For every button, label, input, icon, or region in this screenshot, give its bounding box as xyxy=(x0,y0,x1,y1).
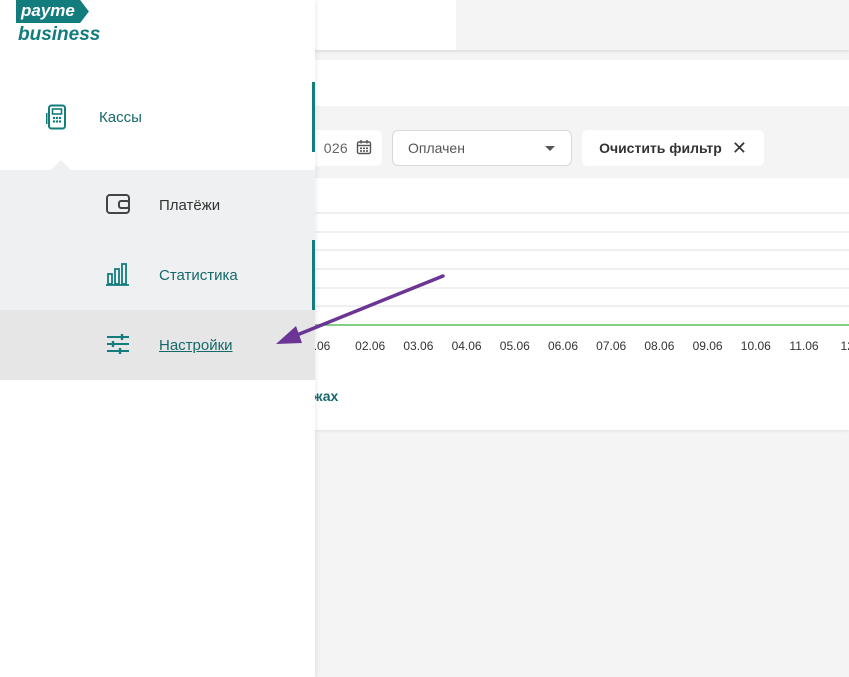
submenu-item-statistics-label: Статистика xyxy=(159,267,238,284)
logo-business: business xyxy=(18,24,101,45)
chart-x-axis: .06 02.06 03.06 04.06 05.06 06.06 07.06 08.06 09… xyxy=(314,339,849,353)
submenu-item-settings[interactable]: Настройки xyxy=(0,310,315,380)
kassy-submenu: Платёжи Статистика Настройки xyxy=(0,170,315,380)
chart-grid xyxy=(315,212,849,307)
sidebar: payme business Кассы Платёжи Статистика … xyxy=(0,0,315,677)
sidebar-item-kassy-label: Кассы xyxy=(99,109,142,126)
date-input-value: 026 xyxy=(323,140,348,156)
clear-filter-label: Очистить фильтр xyxy=(599,140,722,156)
active-section-indicator xyxy=(312,82,315,152)
chart-x-tick-label: 05.06 xyxy=(500,339,530,353)
chart-x-tick-label: .06 xyxy=(314,339,331,353)
chart-x-tick-label: 11.06 xyxy=(789,339,818,353)
submenu-item-settings-label: Настройки xyxy=(159,337,233,354)
sidebar-item-kassy[interactable]: Кассы xyxy=(0,82,315,152)
chart-x-tick-label: 08.06 xyxy=(644,339,674,353)
chart-x-tick-label: 09.06 xyxy=(693,339,723,353)
status-select-value: Оплачен xyxy=(408,140,465,156)
chart-x-tick-label: 02.06 xyxy=(355,339,385,353)
clear-filter-button[interactable]: Очистить фильтр ✕ xyxy=(582,130,764,166)
submenu-pointer xyxy=(51,160,71,170)
chart-x-tick-label: 07.06 xyxy=(596,339,626,353)
cash-register-icon xyxy=(45,104,68,135)
statistics-accent-indicator xyxy=(312,240,315,310)
wallet-icon xyxy=(105,192,131,221)
status-select[interactable]: Оплачен xyxy=(392,130,572,166)
submenu-item-payments-label: Платёжи xyxy=(159,197,221,214)
chevron-down-icon xyxy=(545,146,555,151)
chart-x-tick-label: 10.06 xyxy=(741,339,771,353)
bar-chart-icon xyxy=(105,262,131,291)
logo[interactable]: payme business xyxy=(16,0,100,46)
submenu-item-statistics[interactable]: Статистика xyxy=(0,240,315,310)
chart-x-tick-label: 03.06 xyxy=(403,339,433,353)
top-bar-gray-area xyxy=(456,0,849,50)
chart-x-tick-label: 04.06 xyxy=(452,339,482,353)
submenu-item-payments[interactable]: Платёжи xyxy=(0,170,315,240)
close-icon: ✕ xyxy=(731,137,747,158)
sliders-icon xyxy=(105,332,131,361)
chart-x-tick-label: 06.06 xyxy=(548,339,578,353)
chart-x-tick-label: 12.0 xyxy=(841,339,849,353)
calendar-icon[interactable] xyxy=(356,139,372,158)
logo-payme: payme xyxy=(16,0,89,23)
